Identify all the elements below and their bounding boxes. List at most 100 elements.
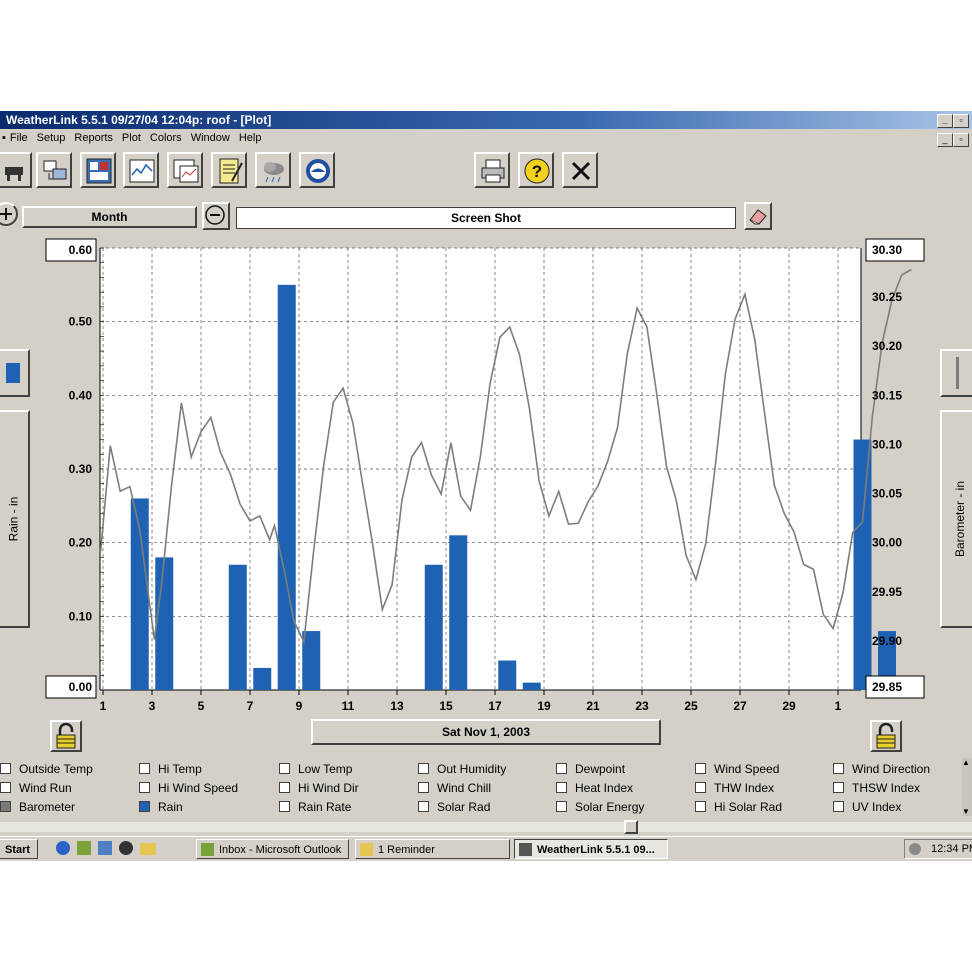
task-outlook[interactable]: Inbox - Microsoft Outlook — [196, 839, 349, 859]
date-button[interactable]: Sat Nov 1, 2003 — [311, 719, 661, 745]
legend-label: Solar Rad — [437, 800, 491, 814]
restore-button[interactable]: ▫ — [953, 114, 969, 128]
bulletin-button[interactable] — [0, 152, 32, 188]
desktop-icon[interactable] — [98, 841, 112, 855]
x-tick-label: 27 — [733, 699, 747, 713]
weatherlink-icon — [519, 843, 532, 856]
menu-plot[interactable]: Plot — [122, 132, 141, 144]
summary-icon — [86, 158, 112, 184]
scroll-thumb[interactable] — [624, 820, 638, 834]
y-right-tick-label: 29.90 — [872, 634, 902, 648]
legend-label: Hi Solar Rad — [714, 800, 783, 814]
y-right-tick-label: 29.95 — [872, 585, 902, 599]
tray-icon[interactable] — [909, 843, 921, 855]
rain-bar — [155, 557, 174, 690]
task-weatherlink[interactable]: WeatherLink 5.5.1 09... — [514, 839, 668, 859]
strip-chart-button[interactable] — [123, 152, 159, 188]
legend-checkbox[interactable] — [556, 801, 567, 812]
summary-button[interactable] — [80, 152, 116, 188]
legend-checkbox[interactable] — [833, 782, 844, 793]
eraser-button[interactable] — [744, 202, 772, 230]
legend-label: Hi Temp — [158, 762, 202, 776]
title-bar: WeatherLink 5.5.1 09/27/04 12:04p: roof … — [0, 111, 972, 129]
legend-checkbox[interactable] — [556, 782, 567, 793]
span-select-button[interactable]: Month — [22, 206, 197, 228]
x-tick-label: 9 — [296, 699, 303, 713]
legend-checkbox[interactable] — [695, 782, 706, 793]
legend-checkbox[interactable] — [0, 782, 11, 793]
legend-checkbox[interactable] — [833, 763, 844, 774]
rain-bar — [302, 631, 321, 690]
start-button[interactable]: Start — [0, 839, 38, 859]
legend-checkbox[interactable] — [418, 801, 429, 812]
legend-checkbox[interactable] — [139, 782, 150, 793]
menu-colors[interactable]: Colors — [150, 132, 182, 144]
help-button[interactable]: ? — [518, 152, 554, 188]
weather-button[interactable] — [255, 152, 291, 188]
legend-checkbox[interactable] — [279, 801, 290, 812]
task-reminder[interactable]: 1 Reminder — [355, 839, 510, 859]
outlook-icon[interactable] — [77, 841, 91, 855]
legend-label: Outside Temp — [19, 762, 93, 776]
legend-checkbox[interactable] — [833, 801, 844, 812]
legend-scrollbar[interactable]: ▲ ▼ — [962, 758, 972, 816]
horizontal-scrollbar[interactable] — [0, 820, 972, 836]
legend-label: Heat Index — [575, 781, 634, 795]
scroll-down-icon[interactable]: ▼ — [962, 807, 970, 816]
legend-checkbox[interactable] — [139, 763, 150, 774]
legend-label: Hi Wind Speed — [158, 781, 239, 795]
minimize-button[interactable]: _ — [937, 114, 953, 128]
rain-bar — [424, 564, 443, 690]
legend-label: Solar Energy — [575, 800, 645, 814]
media-player-icon[interactable] — [119, 841, 133, 855]
left-lock-button[interactable] — [50, 720, 82, 752]
child-minimize-button[interactable]: _ — [937, 133, 953, 147]
legend-checkbox[interactable] — [0, 763, 11, 774]
menu-bar: ▪ File Setup Reports Plot Colors Window Help _ … — [0, 129, 972, 148]
child-restore-button[interactable]: ▫ — [953, 133, 969, 147]
legend-checkbox[interactable] — [0, 801, 11, 812]
legend-checkbox[interactable] — [418, 782, 429, 793]
browser-icon[interactable] — [56, 841, 70, 855]
y-left-tick-label: 0.60 — [69, 243, 93, 257]
download-icon — [43, 160, 67, 180]
menu-window[interactable]: Window — [191, 132, 230, 144]
print-button[interactable] — [474, 152, 510, 188]
y-left-tick-label: 0.00 — [69, 680, 93, 694]
legend-label: Wind Chill — [437, 781, 492, 795]
doc-icon[interactable]: ▪ — [2, 132, 6, 144]
zoom-in-button[interactable] — [0, 202, 18, 226]
download-button[interactable] — [36, 152, 72, 188]
legend-label: Barometer — [19, 800, 76, 814]
right-lock-button[interactable] — [870, 720, 902, 752]
legend-checkbox[interactable] — [279, 782, 290, 793]
legend-label: Out Humidity — [437, 762, 507, 776]
comment-field[interactable]: Screen Shot — [236, 207, 736, 229]
menu-help[interactable]: Help — [239, 132, 262, 144]
y-left-tick-label: 0.20 — [69, 536, 93, 550]
legend-label: UV Index — [852, 800, 902, 814]
menu-reports[interactable]: Reports — [74, 132, 113, 144]
x-tick-label: 5 — [198, 699, 205, 713]
menu-setup[interactable]: Setup — [37, 132, 66, 144]
legend-checkbox[interactable] — [279, 763, 290, 774]
strip-chart-icon — [129, 159, 155, 183]
legend-checkbox[interactable] — [139, 801, 150, 812]
menu-file[interactable]: File — [10, 132, 28, 144]
plot-button[interactable] — [167, 152, 203, 188]
legend-checkbox[interactable] — [695, 763, 706, 774]
legend-checkbox[interactable] — [695, 801, 706, 812]
scroll-up-icon[interactable]: ▲ — [962, 758, 970, 767]
folder-icon[interactable] — [140, 843, 156, 855]
legend-checkbox[interactable] — [418, 763, 429, 774]
noaa-button[interactable] — [299, 152, 335, 188]
notes-button[interactable] — [211, 152, 247, 188]
exit-button[interactable] — [562, 152, 598, 188]
y-left-tick-label: 0.30 — [69, 462, 93, 476]
bulletin-icon — [5, 167, 23, 181]
legend-label: Dewpoint — [575, 762, 626, 776]
rain-bar — [853, 439, 872, 690]
y-left-tick-label: 0.10 — [69, 609, 93, 623]
legend-checkbox[interactable] — [556, 763, 567, 774]
zoom-out-button[interactable] — [202, 202, 230, 230]
